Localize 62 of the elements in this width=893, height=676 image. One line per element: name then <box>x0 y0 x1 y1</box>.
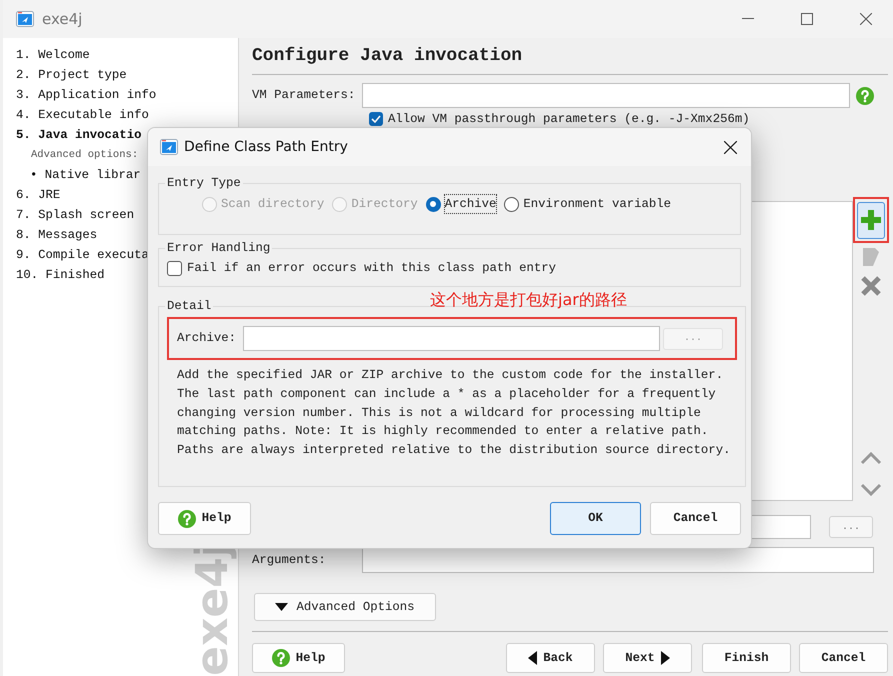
group-label: Entry Type <box>166 176 242 190</box>
section-label: Advanced options: <box>30 148 138 163</box>
checkbox[interactable] <box>167 260 182 276</box>
sidebar-step[interactable]: 7. Splash screen <box>16 205 134 225</box>
group-label: Error Handling <box>166 241 272 255</box>
back-button[interactable]: Back <box>506 643 595 673</box>
sidebar-step[interactable]: 9. Compile executa <box>16 245 149 265</box>
radio-label: Archive <box>444 195 496 214</box>
sidebar-step[interactable]: 2. Project type <box>16 65 127 85</box>
sidebar-step[interactable]: • Native librar <box>16 165 141 185</box>
browse-button[interactable]: ... <box>829 516 873 538</box>
radio-label: Environment variable <box>523 196 671 213</box>
advanced-options-button[interactable]: Advanced Options <box>254 593 436 621</box>
field-label: Arguments: <box>252 552 327 569</box>
page-title: Configure Java invocation <box>252 45 524 68</box>
dialog-button[interactable]: Cancel <box>650 502 741 535</box>
help-button[interactable]: Help <box>158 502 251 535</box>
radio-label: Scan directory <box>221 196 324 213</box>
input-field[interactable] <box>243 326 660 351</box>
dialog-button[interactable]: Finish <box>702 643 791 673</box>
app-icon <box>16 11 34 27</box>
sidebar-step[interactable]: 6. JRE <box>16 185 60 205</box>
down-triangle-icon <box>275 603 288 611</box>
close-icon <box>860 13 872 25</box>
window-title: exe4j <box>42 8 82 30</box>
sidebar-step[interactable]: 10. Finished <box>16 265 105 285</box>
app-icon <box>160 139 178 155</box>
left-triangle-icon <box>528 651 538 665</box>
next-button[interactable]: Next <box>603 643 692 673</box>
maximize-icon <box>801 13 813 25</box>
help-icon <box>856 86 874 104</box>
dialog-button[interactable]: OK <box>550 502 641 535</box>
radio-button[interactable] <box>426 196 441 212</box>
input-field[interactable] <box>362 547 874 573</box>
check-icon <box>371 115 381 123</box>
description-text: Add the specified JAR or ZIP archive to the custom code for the installer. The last path component can include a * as a placeholder for a frequently changing version number. This is not a wildcard for processing multiple matching paths. Note: It is highly recommended to enter a relative path. Paths are always interpreted relative to the distribution source directory. <box>177 367 732 460</box>
field-label: Archive: <box>177 330 238 348</box>
sidebar-step[interactable]: 5. Java invocatio <box>16 125 142 145</box>
checkbox-label: Allow VM passthrough parameters (e.g. -J-Xmx256m) <box>388 110 750 128</box>
group-label: Detail <box>166 299 212 313</box>
close-icon <box>724 140 737 154</box>
sidebar-step[interactable]: 8. Messages <box>16 225 98 245</box>
annotation-text: 这个地方是打包好jar的路径 <box>430 289 627 311</box>
delete-icon <box>860 275 882 297</box>
help-icon <box>178 510 196 528</box>
input-field[interactable] <box>362 83 850 108</box>
dialog-button[interactable]: Cancel <box>799 643 888 673</box>
radio-label: Directory <box>351 196 418 213</box>
plus-icon <box>860 210 880 230</box>
sidebar-step[interactable]: 4. Executable info <box>16 105 149 125</box>
sidebar-step[interactable]: 3. Application info <box>16 85 156 105</box>
radio-button[interactable] <box>504 196 520 212</box>
field-label: VM Parameters: <box>252 87 356 104</box>
help-button[interactable]: Help <box>252 643 345 673</box>
checkbox[interactable] <box>369 112 383 126</box>
checkbox-label: Fail if an error occurs with this class path entry <box>187 260 556 277</box>
edit-icon <box>860 247 880 267</box>
help-icon <box>272 649 290 667</box>
sidebar-step[interactable]: 1. Welcome <box>16 45 90 65</box>
dialog-title: Define Class Path Entry <box>184 138 348 156</box>
minimize-icon <box>742 18 754 20</box>
right-triangle-icon <box>660 651 670 665</box>
